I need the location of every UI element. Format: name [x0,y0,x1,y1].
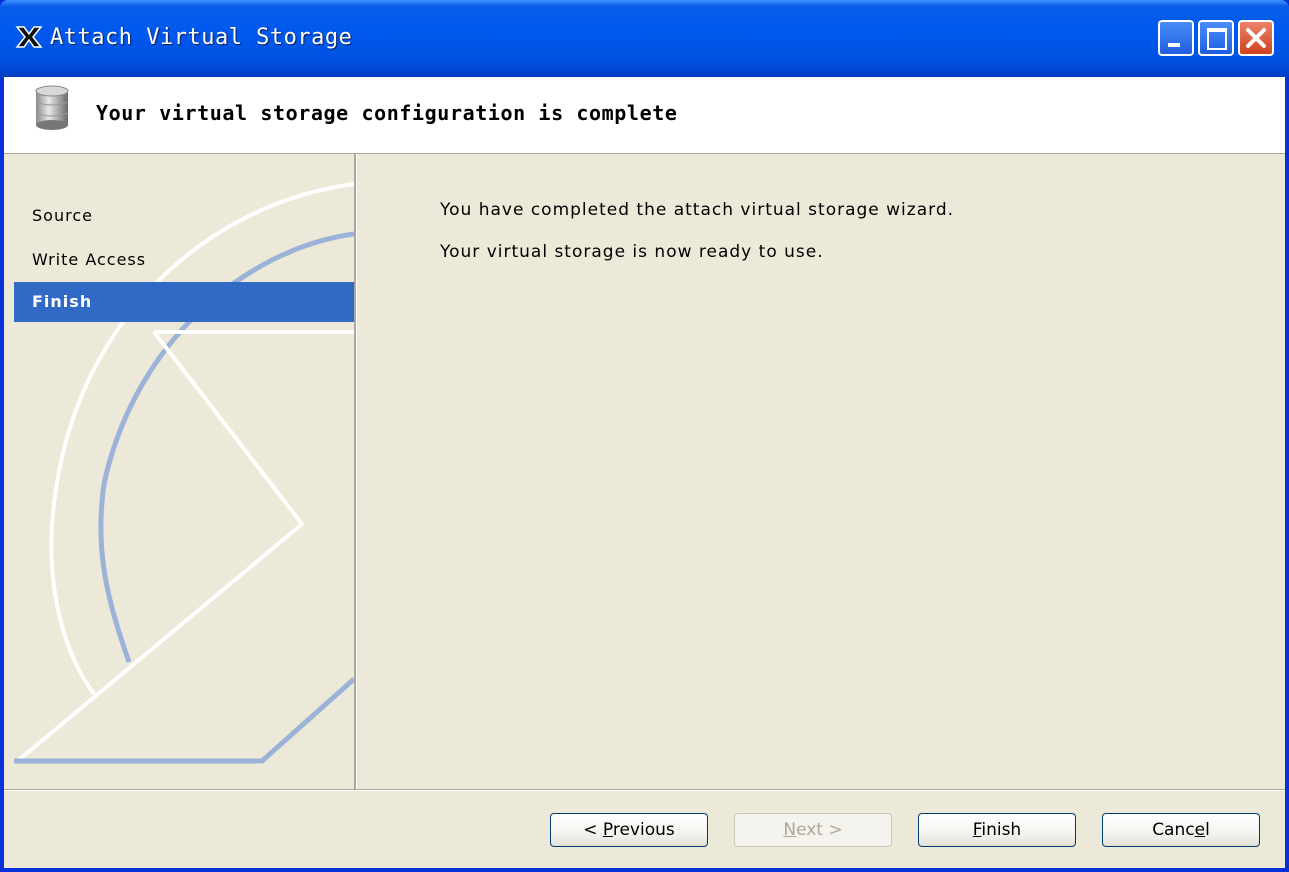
step-finish[interactable]: Finish [14,282,354,322]
page-title: Your virtual storage configuration is co… [96,101,678,125]
next-button[interactable]: Next > [734,813,892,847]
minimize-icon [1168,43,1180,47]
close-button[interactable] [1238,20,1274,56]
finish-button[interactable]: Finish [918,813,1076,847]
maximize-icon [1207,28,1227,50]
window-frame-bottom [0,868,1289,872]
steps-list: Source Write Access Finish [14,194,354,322]
window-title: Attach Virtual Storage [50,25,353,50]
previous-button[interactable]: < Previous [550,813,708,847]
cancel-button[interactable]: Cancel [1102,813,1260,847]
wizard-content: You have completed the attach virtual st… [364,154,1285,789]
steps-sidebar: Source Write Access Finish [14,154,354,789]
completion-message: You have completed the attach virtual st… [440,200,955,220]
disk-storage-icon [35,85,69,130]
maximize-button[interactable] [1198,20,1234,56]
dialog-client: Your virtual storage configuration is co… [4,77,1285,868]
close-icon [1246,28,1266,48]
wizard-header: Your virtual storage configuration is co… [4,77,1285,153]
step-source[interactable]: Source [14,194,354,238]
title-bar[interactable]: Attach Virtual Storage [0,0,1289,77]
x-app-icon [15,26,43,48]
ready-message: Your virtual storage is now ready to use… [440,242,824,262]
footer-divider [4,789,1285,791]
step-write-access[interactable]: Write Access [14,238,354,282]
sidebar-divider [354,154,357,789]
minimize-button[interactable] [1158,20,1194,56]
wizard-window: Attach Virtual Storage Your virtual stor… [0,0,1289,872]
